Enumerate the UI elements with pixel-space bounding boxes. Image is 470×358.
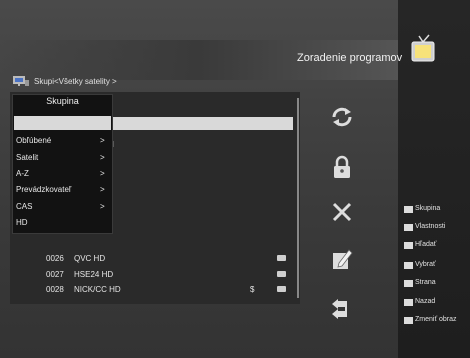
- legend-label: Hľadať: [415, 241, 437, 248]
- menu-item-cas[interactable]: CAS >: [14, 200, 111, 214]
- chevron-right-icon: >: [100, 185, 105, 194]
- channel-name: HSE24 HD: [74, 270, 114, 279]
- chevron-right-icon: >: [100, 169, 105, 178]
- channel-name: QVC HD: [74, 254, 106, 263]
- channel-name: NICK/CC HD: [74, 285, 121, 294]
- exit-key-icon: [404, 299, 413, 306]
- page-key-icon: [404, 280, 413, 287]
- menu-item-satellite[interactable]: Satelit >: [14, 151, 111, 165]
- legend-label: Strana: [415, 279, 436, 286]
- menu-item-label: A-Z: [16, 169, 29, 178]
- legend-label: Vlastnosti: [415, 223, 446, 230]
- channel-number: 0028: [46, 285, 64, 294]
- tv-icon: [411, 34, 435, 62]
- hd-icon: [277, 255, 286, 261]
- legend-label: Nazad: [415, 298, 436, 305]
- menu-item-a-z[interactable]: A-Z >: [14, 167, 111, 181]
- table-row[interactable]: 0028 NICK/CC HD $: [46, 283, 296, 295]
- white-key-icon: [404, 224, 413, 231]
- menu-item-provider[interactable]: Prevádzkovateľ >: [14, 183, 111, 197]
- switch-key-icon: [404, 317, 413, 324]
- breadcrumb-text: Skupi<Všetky satelity >: [34, 76, 117, 86]
- hd-icon: [277, 271, 286, 277]
- table-row[interactable]: 0027 HSE24 HD: [46, 268, 296, 280]
- back-icon[interactable]: [329, 296, 355, 322]
- chevron-right-icon: >: [100, 202, 105, 211]
- hd-icon: [277, 286, 286, 292]
- chevron-right-icon: >: [100, 136, 105, 145]
- chevron-right-icon: >: [100, 153, 105, 162]
- menu-item-favorites[interactable]: Obľúbené >: [14, 134, 111, 148]
- legend-label: Vybrať: [415, 261, 436, 268]
- search-key-icon: [404, 242, 413, 249]
- list-scrollbar[interactable]: [297, 98, 299, 298]
- move-icon[interactable]: [329, 104, 355, 130]
- group-menu-header: Skupina: [46, 96, 79, 106]
- breadcrumb: Skupi<Všetky satelity >: [12, 74, 117, 88]
- select-key-icon: [404, 262, 413, 269]
- menu-item-label: Obľúbené: [16, 136, 52, 145]
- screen: Zoradenie programov Skupi<Všetky satelit…: [0, 0, 470, 358]
- satellite-list-icon: [13, 76, 29, 86]
- menu-item-hd[interactable]: HD: [14, 216, 111, 230]
- menu-item-label: Prevádzkovateľ: [16, 185, 72, 194]
- delete-icon[interactable]: [329, 199, 355, 225]
- menu-item-label: HD: [16, 218, 28, 227]
- page-title: Zoradenie programov: [297, 52, 403, 64]
- table-row[interactable]: 0026 QVC HD: [46, 252, 296, 264]
- channel-number: 0026: [46, 254, 64, 263]
- legend-label: Zmeniť obraz: [415, 316, 457, 323]
- scrambled-flag: $: [250, 285, 255, 294]
- menu-item-label: CAS: [16, 202, 33, 211]
- menu-item-label: Satelit: [16, 153, 39, 162]
- legend-label: Skupina: [415, 205, 441, 212]
- white-key-icon: [404, 206, 413, 213]
- menu-item-all[interactable]: [14, 116, 111, 130]
- rename-icon[interactable]: [329, 246, 355, 272]
- lock-icon[interactable]: [329, 154, 355, 180]
- channel-number: 0027: [46, 270, 64, 279]
